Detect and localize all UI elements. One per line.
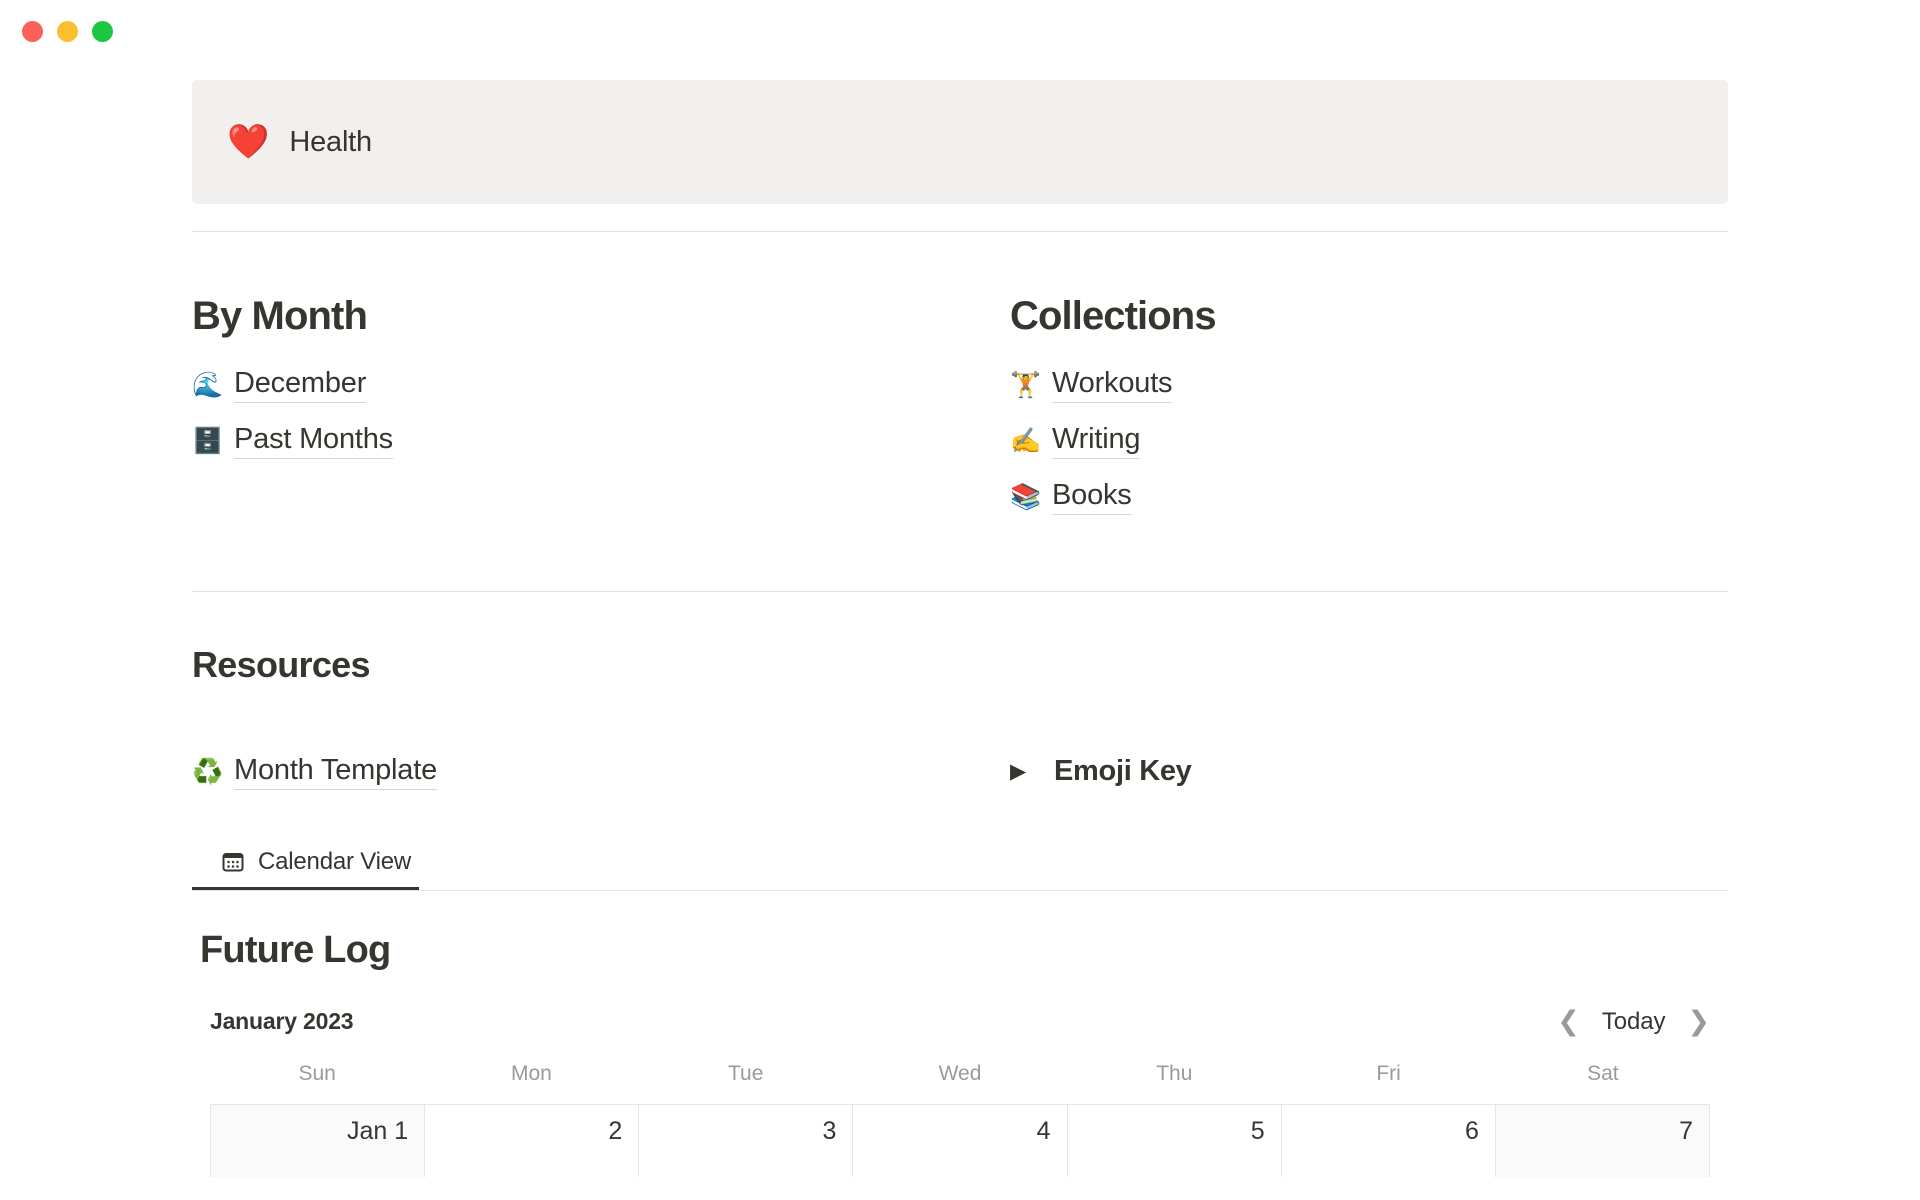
page-title: Health (289, 125, 372, 158)
month-template-cell: ♻️ Month Template (192, 744, 1010, 800)
future-log-title: Future Log (200, 928, 391, 971)
weekday-header-mon: Mon (510, 1061, 552, 1085)
page-body: ❤️ Health By Month 🌊 December 🗄️ Past Mo… (0, 62, 1920, 1200)
calendar-icon (220, 849, 246, 875)
link-label: Books (1052, 479, 1132, 515)
header-divider (192, 231, 1728, 232)
calendar-toolbar: January 2023 ❮ Today ❯ (192, 1008, 1728, 1036)
by-month-link-list: 🌊 December 🗄️ Past Months (192, 357, 1010, 469)
collections-heading: Collections (1010, 294, 1217, 338)
window-titlebar (0, 0, 1920, 62)
resources-row: ♻️ Month Template ▶ Emoji Key (192, 744, 1728, 800)
tab-label: Calendar View (258, 848, 412, 876)
emoji-key-cell: ▶ Emoji Key (1010, 755, 1728, 788)
link-workouts[interactable]: 🏋️ Workouts (1010, 357, 1728, 413)
by-month-column: By Month 🌊 December 🗄️ Past Months (192, 294, 1010, 525)
calendar-day-cell[interactable]: 7 (1495, 1104, 1710, 1177)
link-label: December (234, 367, 366, 403)
water-wave-emoji: 🌊 (192, 370, 224, 400)
close-window-button[interactable] (22, 20, 43, 42)
resources-heading: Resources (192, 643, 370, 685)
link-past-months[interactable]: 🗄️ Past Months (192, 413, 1010, 469)
link-label: Past Months (234, 423, 393, 459)
maximize-window-button[interactable] (92, 20, 113, 42)
link-label: Month Template (234, 754, 437, 790)
minimize-window-button[interactable] (57, 20, 78, 42)
view-tabbar: Calendar View (192, 838, 1728, 891)
calendar-week-row: Jan 1 2 3 4 5 6 7 (210, 1103, 1710, 1177)
page-content: ❤️ Health By Month 🌊 December 🗄️ Past Mo… (192, 62, 1728, 1177)
calendar-day-cell[interactable]: 2 (425, 1104, 640, 1177)
calendar-day-cell[interactable]: 5 (1067, 1104, 1282, 1177)
weekday-header-wed: Wed (938, 1061, 982, 1085)
books-emoji: 📚 (1010, 482, 1042, 512)
by-month-heading: By Month (192, 294, 368, 338)
calendar-day-cell[interactable]: Jan 1 (211, 1104, 426, 1177)
link-month-template[interactable]: ♻️ Month Template (192, 744, 437, 800)
chevron-left-icon[interactable]: ❮ (1557, 1008, 1580, 1035)
link-label: Writing (1052, 423, 1141, 459)
link-label: Workouts (1052, 367, 1173, 403)
calendar-month-label: January 2023 (210, 1008, 354, 1035)
collapsed-toggle-triangle-icon[interactable]: ▶ (1010, 761, 1054, 782)
file-cabinet-emoji: 🗄️ (192, 426, 224, 456)
red-heart-emoji: ❤️ (227, 122, 270, 162)
writing-hand-emoji: ✍️ (1010, 426, 1042, 456)
calendar-grid: Sun Mon Tue Wed Thu Fri Sat Jan 1 2 3 4 … (192, 1062, 1728, 1177)
emoji-key-toggle-label[interactable]: Emoji Key (1054, 755, 1192, 788)
resources-divider (192, 590, 1728, 592)
weekday-header-sun: Sun (298, 1061, 336, 1085)
weekday-header-fri: Fri (1376, 1061, 1401, 1085)
link-writing[interactable]: ✍️ Writing (1010, 413, 1728, 469)
calendar-day-cell[interactable]: 3 (639, 1104, 854, 1177)
collections-column: Collections 🏋️ Workouts ✍️ Writing 📚 Boo… (1010, 294, 1728, 525)
page-header-callout[interactable]: ❤️ Health (192, 80, 1728, 204)
today-button[interactable]: Today (1602, 1008, 1666, 1036)
chevron-right-icon[interactable]: ❯ (1687, 1008, 1710, 1035)
calendar-navigation: ❮ Today ❯ (1557, 1008, 1710, 1036)
weekday-header-thu: Thu (1156, 1061, 1193, 1085)
weekday-header-tue: Tue (727, 1061, 764, 1085)
columns-container: By Month 🌊 December 🗄️ Past Months Colle… (192, 294, 1728, 525)
collections-link-list: 🏋️ Workouts ✍️ Writing 📚 Books (1010, 357, 1728, 525)
traffic-light-controls (22, 20, 113, 42)
weekday-header-sat: Sat (1587, 1061, 1619, 1085)
recycling-symbol-emoji: ♻️ (192, 757, 224, 787)
calendar-day-cell[interactable]: 6 (1281, 1104, 1496, 1177)
calendar-day-cell[interactable]: 4 (853, 1104, 1068, 1177)
link-books[interactable]: 📚 Books (1010, 469, 1728, 525)
calendar-weekday-header-row: Sun Mon Tue Wed Thu Fri Sat (210, 1062, 1710, 1104)
link-december[interactable]: 🌊 December (192, 357, 1010, 413)
weight-lifter-emoji: 🏋️ (1010, 370, 1042, 400)
tab-calendar-view[interactable]: Calendar View (192, 838, 420, 890)
